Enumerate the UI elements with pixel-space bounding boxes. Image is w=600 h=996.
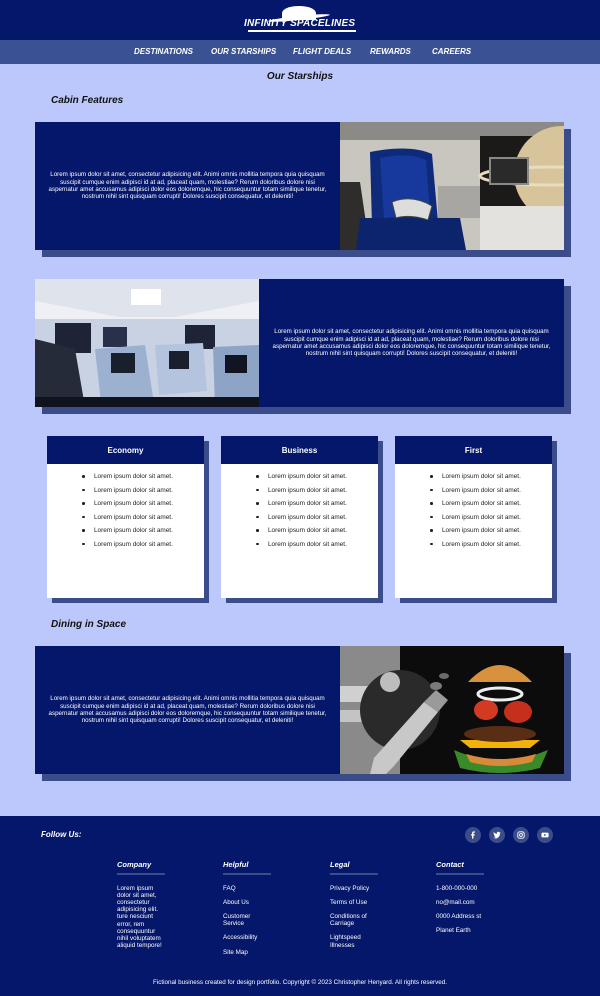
- list-item: Lorem ipsum dolor sit amet.: [47, 487, 204, 501]
- brand-logo[interactable]: INFINITY SPACELINES: [244, 6, 358, 34]
- instagram-icon[interactable]: [513, 827, 529, 843]
- footer-link-lightspeed-illnesses[interactable]: Lightspeed Illnesses: [330, 934, 370, 948]
- main-nav: DESTINATIONS OUR STARSHIPS FLIGHT DEALS …: [0, 40, 600, 64]
- class-feature-list: Lorem ipsum dolor sit amet. Lorem ipsum …: [47, 464, 204, 554]
- list-item: Lorem ipsum dolor sit amet.: [221, 487, 378, 501]
- list-item: Lorem ipsum dolor sit amet.: [47, 514, 204, 528]
- footer-link-customer-service[interactable]: Customer Service: [223, 913, 263, 927]
- list-item: Lorem ipsum dolor sit amet.: [221, 500, 378, 514]
- nav-our-starships[interactable]: OUR STARSHIPS: [211, 47, 276, 56]
- twitter-icon[interactable]: [489, 827, 505, 843]
- class-card-title: First: [395, 436, 552, 464]
- list-item: Lorem ipsum dolor sit amet.: [395, 487, 552, 501]
- contact-planet: Planet Earth: [436, 927, 471, 935]
- youtube-icon[interactable]: [537, 827, 553, 843]
- footer-column-divider: [330, 873, 378, 875]
- list-item: Lorem ipsum dolor sit amet.: [221, 473, 378, 487]
- list-item: Lorem ipsum dolor sit amet.: [221, 541, 378, 555]
- burger-image: [340, 646, 564, 774]
- class-card-economy: Economy Lorem ipsum dolor sit amet. Lore…: [47, 436, 204, 598]
- class-feature-list: Lorem ipsum dolor sit amet. Lorem ipsum …: [221, 464, 378, 554]
- footer-column-title: Contact: [436, 860, 464, 869]
- follow-us-label: Follow Us:: [41, 830, 82, 839]
- class-card-first: First Lorem ipsum dolor sit amet. Lorem …: [395, 436, 552, 598]
- class-card-business: Business Lorem ipsum dolor sit amet. Lor…: [221, 436, 378, 598]
- footer-link-about-us[interactable]: About Us: [223, 899, 313, 906]
- site-footer: Follow Us: Company Lorem ipsum dolor sit…: [0, 816, 600, 996]
- footer-column-divider: [223, 873, 271, 875]
- company-blurb: Lorem ipsum dolor sit amet, consectetur …: [117, 884, 162, 950]
- copyright-notice: Fictional business created for design po…: [152, 979, 448, 986]
- class-card-title: Economy: [47, 436, 204, 464]
- footer-column-company: Company Lorem ipsum dolor sit amet, cons…: [117, 860, 207, 949]
- nav-flight-deals[interactable]: FLIGHT DEALS: [293, 47, 351, 56]
- site-header: INFINITY SPACELINES: [0, 0, 600, 40]
- list-item: Lorem ipsum dolor sit amet.: [395, 473, 552, 487]
- feature-text: Lorem ipsum dolor sit amet, consectetur …: [48, 171, 327, 201]
- footer-link-accessibility[interactable]: Accessibility: [223, 934, 313, 941]
- footer-link-site-map[interactable]: Site Map: [223, 949, 313, 956]
- contact-address: 0000 Address st: [436, 912, 482, 920]
- logo-underline: [248, 30, 356, 32]
- feature-text: Lorem ipsum dolor sit amet, consectetur …: [48, 695, 327, 725]
- list-item: Lorem ipsum dolor sit amet.: [47, 500, 204, 514]
- facebook-icon[interactable]: [465, 827, 481, 843]
- list-item: Lorem ipsum dolor sit amet.: [395, 500, 552, 514]
- cabin-seat-image: [340, 122, 564, 250]
- contact-email[interactable]: no@mail.com: [436, 899, 526, 906]
- list-item: Lorem ipsum dolor sit amet.: [395, 541, 552, 555]
- footer-column-title: Helpful: [223, 860, 249, 869]
- footer-link-conditions-of-carriage[interactable]: Conditions of Carriage: [330, 913, 374, 927]
- brand-name: INFINITY SPACELINES: [244, 18, 356, 29]
- footer-column-title: Legal: [330, 860, 350, 869]
- list-item: Lorem ipsum dolor sit amet.: [47, 541, 204, 555]
- class-card-title: Business: [221, 436, 378, 464]
- footer-link-terms-of-use[interactable]: Terms of Use: [330, 899, 420, 906]
- list-item: Lorem ipsum dolor sit amet.: [395, 514, 552, 528]
- list-item: Lorem ipsum dolor sit amet.: [395, 527, 552, 541]
- feature-block-seat: Lorem ipsum dolor sit amet, consectetur …: [35, 122, 564, 250]
- nav-rewards[interactable]: REWARDS: [370, 47, 411, 56]
- contact-phone[interactable]: 1-800-000-000: [436, 885, 526, 892]
- footer-column-helpful: Helpful FAQ About Us Customer Service Ac…: [223, 860, 313, 956]
- feature-block-dining: Lorem ipsum dolor sit amet, consectetur …: [35, 646, 564, 774]
- page-title: Our Starships: [266, 71, 334, 82]
- feature-block-cabin: Lorem ipsum dolor sit amet, consectetur …: [35, 279, 564, 407]
- feature-text: Lorem ipsum dolor sit amet, consectetur …: [272, 328, 551, 358]
- footer-link-privacy-policy[interactable]: Privacy Policy: [330, 885, 420, 892]
- nav-careers[interactable]: CAREERS: [432, 47, 471, 56]
- footer-link-faq[interactable]: FAQ: [223, 885, 313, 892]
- footer-column-divider: [436, 873, 484, 875]
- list-item: Lorem ipsum dolor sit amet.: [221, 514, 378, 528]
- footer-column-title: Company: [117, 860, 152, 869]
- footer-column-legal: Legal Privacy Policy Terms of Use Condit…: [330, 860, 420, 949]
- section-title-dining: Dining in Space: [51, 619, 127, 630]
- section-title-cabin: Cabin Features: [51, 95, 124, 106]
- list-item: Lorem ipsum dolor sit amet.: [221, 527, 378, 541]
- class-feature-list: Lorem ipsum dolor sit amet. Lorem ipsum …: [395, 464, 552, 554]
- nav-destinations[interactable]: DESTINATIONS: [134, 47, 193, 56]
- cabin-interior-image: [35, 279, 259, 407]
- list-item: Lorem ipsum dolor sit amet.: [47, 527, 204, 541]
- footer-column-contact: Contact 1-800-000-000 no@mail.com 0000 A…: [436, 860, 526, 934]
- list-item: Lorem ipsum dolor sit amet.: [47, 473, 204, 487]
- footer-column-divider: [117, 873, 165, 875]
